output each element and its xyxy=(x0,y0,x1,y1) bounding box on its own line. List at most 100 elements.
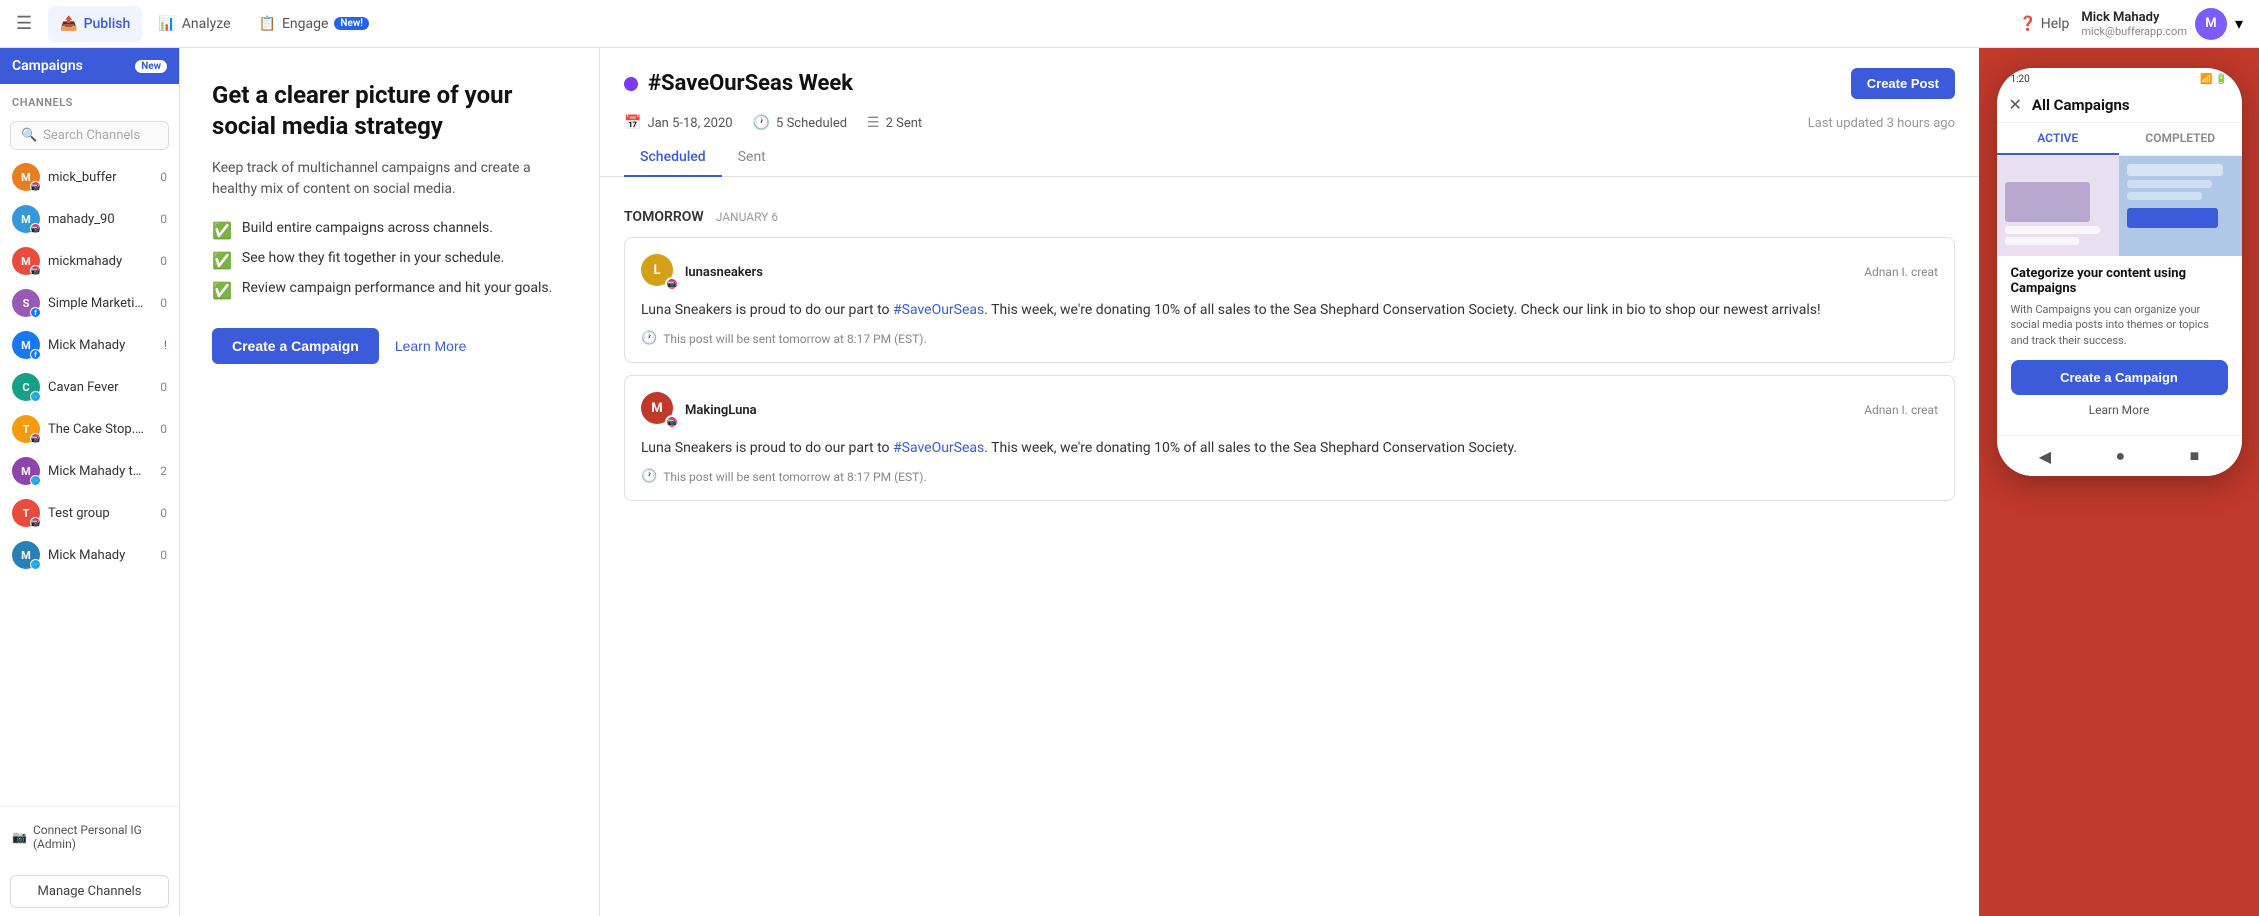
day-date: JANUARY 6 xyxy=(716,210,778,224)
post-avatar-1: L 📷 xyxy=(641,254,677,290)
create-campaign-button[interactable]: Create a Campaign xyxy=(212,328,379,364)
tab-analyze-label: Analyze xyxy=(182,16,231,32)
sidebar-item-the_cake_stop[interactable]: T 📷 The Cake Stop.ie 0 xyxy=(0,408,179,450)
sidebar-item-simple_marketing[interactable]: S f Simple Marketing 0 xyxy=(0,282,179,324)
phone-frame: 1:20 📶 🔋 ✕ All Campaigns ACTIVE COMPLETE… xyxy=(1997,68,2242,476)
engage-badge: New! xyxy=(334,17,369,30)
tab-analyze[interactable]: 📊 Analyze xyxy=(146,6,242,42)
channel-count-test_group: 0 xyxy=(153,506,167,520)
tab-publish[interactable]: 📤 Publish xyxy=(48,6,142,42)
post-hashtag-link-1[interactable]: #SaveOurSeas xyxy=(893,302,984,318)
post-footer-1: 🕐 This post will be sent tomorrow at 8:1… xyxy=(641,331,1938,346)
post-author-2: M 📷 MakingLuna xyxy=(641,392,757,428)
feature-item-2: ✅ See how they fit together in your sche… xyxy=(212,250,567,270)
channel-avatar-mick_test: M 🐦 xyxy=(12,457,40,485)
learn-more-button[interactable]: Learn More xyxy=(395,338,467,354)
search-channels-input[interactable]: 🔍 Search Channels xyxy=(10,121,169,150)
post-body-text-1b: . This week, we're donating 10% of all s… xyxy=(984,302,1820,318)
posts-list: Tomorrow JANUARY 6 L 📷 lunasneakers xyxy=(600,177,1979,529)
channel-count-mick_mahady: ! xyxy=(153,338,167,352)
phone-tab-active[interactable]: ACTIVE xyxy=(1997,123,2120,155)
campaigns-label: Campaigns xyxy=(12,58,83,74)
post-credit-2: Adnan I. creat xyxy=(1864,403,1938,417)
phone-tab-completed[interactable]: COMPLETED xyxy=(2119,123,2242,155)
tab-scheduled[interactable]: Scheduled xyxy=(624,139,722,177)
channel-avatar-the_cake_stop: T 📷 xyxy=(12,415,40,443)
sidebar-item-mickmahady[interactable]: M 📷 mickmahady 0 xyxy=(0,240,179,282)
post-hashtag-link-2[interactable]: #SaveOurSeas xyxy=(893,440,984,456)
phone-categorize-section: Categorize your content using Campaigns … xyxy=(1997,256,2242,435)
manage-channels-button[interactable]: Manage Channels xyxy=(10,875,169,908)
chevron-down-icon: ▾ xyxy=(2235,14,2243,33)
channel-name-the_cake_stop: The Cake Stop.ie xyxy=(48,422,145,437)
sidebar-item-mick_mahady[interactable]: M f Mick Mahady ! xyxy=(0,324,179,366)
campaign-overview-panel: Get a clearer picture of your social med… xyxy=(180,48,600,916)
channel-count-mick_mahady2: 0 xyxy=(153,548,167,562)
sidebar-campaigns-item[interactable]: Campaigns New xyxy=(0,48,179,84)
phone-panel: 1:20 📶 🔋 ✕ All Campaigns ACTIVE COMPLETE… xyxy=(1979,48,2259,916)
channel-platform-dot-test_group: 📷 xyxy=(30,517,41,528)
connect-ig-button[interactable]: 📷 Connect Personal IG (Admin) xyxy=(12,817,167,857)
post-card-2: M 📷 MakingLuna Adnan I. creat Luna Sneak… xyxy=(624,375,1955,501)
phone-time: 1:20 xyxy=(2011,74,2030,85)
post-author-name-2: MakingLuna xyxy=(685,403,757,418)
feature-item-1: ✅ Build entire campaigns across channels… xyxy=(212,220,567,240)
user-menu[interactable]: Mick Mahady mick@bufferapp.com M ▾ xyxy=(2081,8,2243,40)
user-text: Mick Mahady mick@bufferapp.com xyxy=(2081,10,2187,38)
sidebar-item-test_group[interactable]: T 📷 Test group 0 xyxy=(0,492,179,534)
phone-create-campaign-button[interactable]: Create a Campaign xyxy=(2011,360,2228,395)
channel-count-the_cake_stop: 0 xyxy=(153,422,167,436)
tab-sent[interactable]: Sent xyxy=(722,139,782,177)
day-header-tomorrow: Tomorrow JANUARY 6 xyxy=(624,209,1955,225)
channel-count-simple_marketing: 0 xyxy=(153,296,167,310)
phone-status-icons: 📶 🔋 xyxy=(2200,74,2227,85)
menu-icon[interactable]: ☰ xyxy=(16,13,32,34)
sidebar-item-mahady_90[interactable]: M 📷 mahady_90 0 xyxy=(0,198,179,240)
channel-count-cavan_fever: 0 xyxy=(153,380,167,394)
campaign-title-text: #SaveOurSeas Week xyxy=(648,71,853,96)
channel-platform-dot-mick_mahady2: 🐦 xyxy=(30,559,41,570)
list-icon: ☰ xyxy=(867,115,880,131)
post-platform-icon-2: 📷 xyxy=(665,415,679,429)
calendar-icon: 📅 xyxy=(624,115,641,131)
phone-back-button[interactable]: ◀ xyxy=(2039,447,2051,466)
sidebar-item-cavan_fever[interactable]: C 🐦 Cavan Fever 0 xyxy=(0,366,179,408)
avatar: M xyxy=(2195,8,2227,40)
phone-status-bar: 1:20 📶 🔋 xyxy=(1997,68,2242,87)
help-label: Help xyxy=(2041,16,2070,32)
campaign-header: #SaveOurSeas Week Create Post 📅 Jan 5-18… xyxy=(600,48,1979,177)
channel-platform-dot-mickmahady: 📷 xyxy=(30,265,41,276)
post-platform-icon-1: 📷 xyxy=(665,277,679,291)
channel-avatar-mahady_90: M 📷 xyxy=(12,205,40,233)
tab-engage[interactable]: 📋 Engage New! xyxy=(247,6,381,42)
sidebar-item-mick_test[interactable]: M 🐦 Mick Mahady test 2 xyxy=(0,450,179,492)
analyze-icon: 📊 xyxy=(158,16,175,32)
channel-name-test_group: Test group xyxy=(48,506,145,521)
content-area: Get a clearer picture of your social med… xyxy=(180,48,2259,916)
channel-list: M 📷 mick_buffer 0 M 📷 mahady_90 0 M 📷 mi… xyxy=(0,156,179,806)
channel-count-mahady_90: 0 xyxy=(153,212,167,226)
channel-platform-dot-mick_test: 🐦 xyxy=(30,475,41,486)
feature-item-3: ✅ Review campaign performance and hit yo… xyxy=(212,280,567,300)
user-name: Mick Mahady xyxy=(2081,10,2187,25)
phone-recent-button[interactable]: ■ xyxy=(2190,446,2200,466)
phone-close-button[interactable]: ✕ xyxy=(2009,95,2022,114)
channel-name-mickmahady: mickmahady xyxy=(48,254,145,269)
post-body-text-2b: . This week, we're donating 10% of all s… xyxy=(984,440,1517,456)
phone-content: ✕ All Campaigns ACTIVE COMPLETED xyxy=(1997,87,2242,435)
create-post-button[interactable]: Create Post xyxy=(1851,68,1955,99)
sidebar-item-mick_buffer[interactable]: M 📷 mick_buffer 0 xyxy=(0,156,179,198)
phone-title: All Campaigns xyxy=(2032,96,2130,114)
last-updated-text: Last updated 3 hours ago xyxy=(1808,116,1955,131)
campaign-detail-panel: #SaveOurSeas Week Create Post 📅 Jan 5-18… xyxy=(600,48,1979,916)
phone-learn-more-button[interactable]: Learn More xyxy=(2011,395,2228,425)
campaign-scheduled: 🕐 5 Scheduled xyxy=(753,115,847,131)
phone-home-button[interactable]: ● xyxy=(2115,446,2125,466)
sidebar-item-mick_mahady2[interactable]: M 🐦 Mick Mahady 0 xyxy=(0,534,179,576)
sidebar-bottom: 📷 Connect Personal IG (Admin) xyxy=(0,806,179,867)
help-button[interactable]: ❓ Help xyxy=(2019,16,2069,32)
post-body-text-1a: Luna Sneakers is proud to do our part to xyxy=(641,302,893,318)
phone-nav-bar: ◀ ● ■ xyxy=(1997,435,2242,476)
nav-right: ❓ Help Mick Mahady mick@bufferapp.com M … xyxy=(2019,8,2243,40)
engage-icon: 📋 xyxy=(259,16,276,32)
